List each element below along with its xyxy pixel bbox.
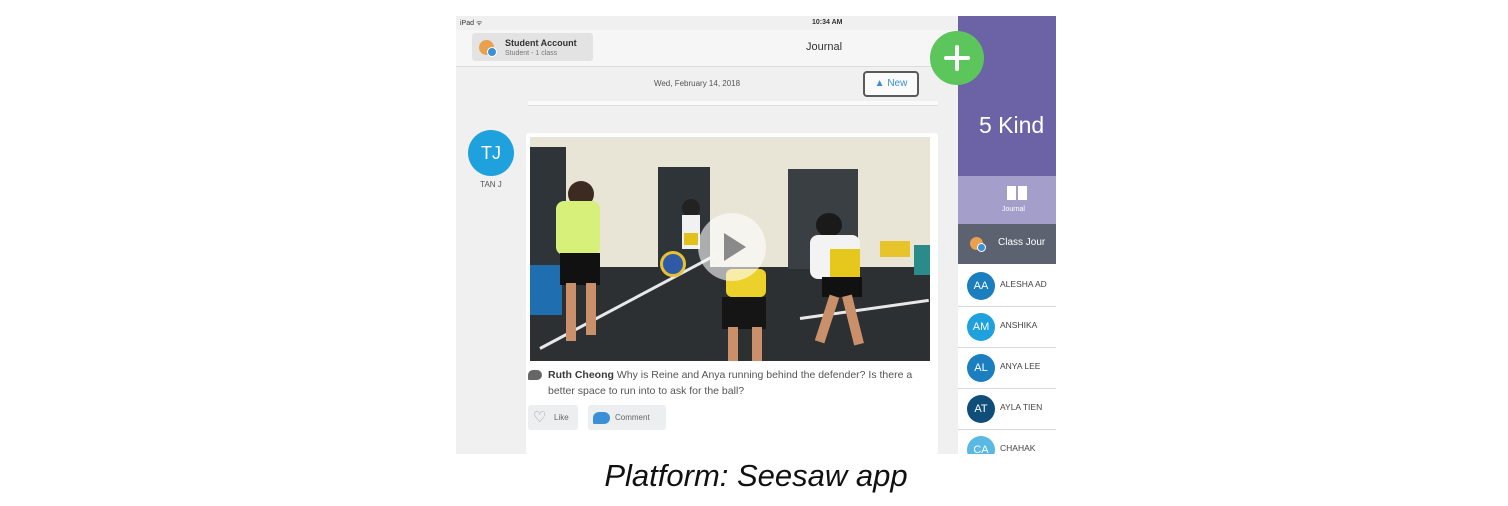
like-label: Like: [554, 413, 569, 422]
tab-journal[interactable]: Journal: [958, 176, 1056, 224]
student-list-item[interactable]: CA CHAHAK: [958, 430, 1056, 454]
student-name: AYLA TIEN: [1000, 402, 1043, 412]
student-name: ANYA LEE: [1000, 361, 1041, 371]
student-avatar: AL: [967, 354, 995, 382]
previous-post-edge: [528, 101, 938, 106]
student-name: ALESHA AD: [1000, 279, 1047, 289]
journal-feed[interactable]: Wed, February 14, 2018 ▲ New TJ TAN J Ru…: [456, 67, 958, 454]
comment-bubble-icon: [528, 370, 542, 380]
comment-button[interactable]: Comment: [588, 405, 666, 430]
class-icon: [479, 40, 497, 57]
status-time: 10:34 AM: [812, 19, 843, 26]
book-icon: [1007, 186, 1027, 200]
class-journal-item[interactable]: Class Jour: [958, 224, 1056, 264]
tab-journal-label: Journal: [1002, 206, 1025, 213]
comment-author[interactable]: Ruth Cheong: [548, 369, 614, 381]
student-avatar: AM: [967, 313, 995, 341]
student-avatar: AA: [967, 272, 995, 300]
class-name: 5 Kind: [979, 112, 1045, 138]
student-name: CHAHAK: [1000, 443, 1036, 453]
new-posts-button[interactable]: ▲ New: [863, 71, 919, 97]
carrier-label: iPad ᯤ: [460, 20, 483, 27]
account-name: Student Account: [505, 38, 577, 48]
student-list-item[interactable]: AL ANYA LEE: [958, 348, 1056, 389]
comment-label: Comment: [615, 413, 650, 422]
class-journal-label: Class Jour: [998, 237, 1046, 248]
author-avatar[interactable]: TJ: [468, 130, 514, 176]
page-title: Journal: [806, 41, 843, 53]
author-name: TAN J: [480, 180, 502, 189]
play-icon[interactable]: [698, 213, 766, 281]
nav-bar: Student Account Student - 1 class Journa…: [456, 30, 958, 67]
class-icon: [970, 237, 986, 252]
figure-caption: Platform: Seesaw app: [604, 458, 908, 493]
post-card: Ruth Cheong Why is Reine and Anya runnin…: [526, 133, 938, 454]
student-name: ANSHIKA: [1000, 320, 1038, 330]
class-sidebar: 5 Kind Journal Class Jour AA ALESHA AD AM A…: [958, 16, 1056, 454]
student-avatar: AT: [967, 395, 995, 423]
student-list-item[interactable]: AT AYLA TIEN: [958, 389, 1056, 430]
heart-icon: ♡: [533, 409, 547, 426]
add-post-button[interactable]: [930, 31, 984, 85]
video-thumbnail[interactable]: [530, 137, 930, 361]
account-switcher-button[interactable]: Student Account Student - 1 class: [472, 33, 593, 61]
student-avatar: CA: [967, 436, 995, 454]
account-subtitle: Student - 1 class: [505, 50, 558, 57]
student-list-item[interactable]: AM ANSHIKA: [958, 307, 1056, 348]
like-button[interactable]: ♡ Like: [528, 405, 578, 430]
speech-bubble-icon: [593, 412, 610, 424]
student-list-item[interactable]: AA ALESHA AD: [958, 266, 1056, 307]
